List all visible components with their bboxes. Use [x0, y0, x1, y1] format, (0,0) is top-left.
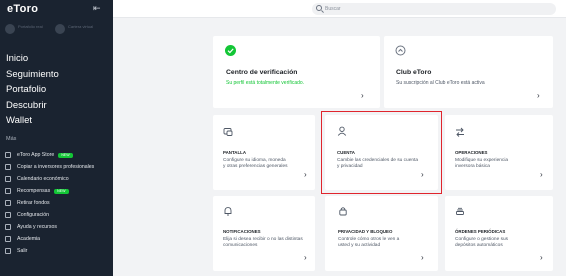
collapse-sidebar-icon[interactable]: ⇤ [93, 3, 101, 14]
display-title: PANTALLA [223, 150, 247, 155]
stack-icon [456, 207, 464, 215]
real-portfolio-toggle[interactable]: Portafolio real [5, 20, 45, 38]
notifications-title: NOTIFICACIONES [223, 229, 261, 234]
chevron-right-icon[interactable]: › [421, 253, 424, 262]
chevron-right-icon[interactable]: › [361, 91, 364, 100]
academy-icon [5, 236, 11, 242]
logout-icon [5, 248, 11, 254]
virtual-portfolio-toggle[interactable]: Cartera virtual [55, 20, 95, 38]
gear-icon [5, 212, 11, 218]
nav-item-label: Academia [17, 236, 41, 242]
nav-item-logout[interactable]: Salir [5, 245, 111, 257]
trading-title: OPERACIONES [455, 150, 488, 155]
lock-icon [339, 207, 347, 216]
recurring-orders-title: ÓRDENES PERIÓDICAS [455, 229, 506, 234]
highlight-box [321, 111, 442, 194]
nav-item-label: Copiar a inversores profesionales [17, 164, 95, 170]
nav-item-label: Configuración [17, 212, 50, 218]
nav-item-portafolio[interactable]: Portafolio [6, 82, 59, 98]
display-icon [223, 128, 233, 136]
portfolio-mode-switch: Portafolio real Cartera virtual [5, 20, 109, 38]
nav-item-settings[interactable]: Configuración [5, 209, 111, 221]
club-status: Su suscripción al Club eToro está activa [396, 80, 485, 86]
nav-item-seguimiento[interactable]: Seguimiento [6, 67, 59, 83]
nav-item-economic-calendar[interactable]: Calendario económico [5, 173, 111, 185]
swap-arrows-icon [456, 127, 464, 137]
search-box[interactable] [312, 3, 556, 15]
virtual-portfolio-icon [55, 24, 65, 34]
nav-item-label: Calendario económico [17, 176, 69, 182]
top-bar [113, 0, 566, 18]
bell-icon [224, 207, 232, 216]
nav-item-label: eToro App Store [17, 152, 55, 158]
nav-item-academy[interactable]: Academia [5, 233, 111, 245]
nav-item-inicio[interactable]: Inicio [6, 51, 59, 67]
nav-item-label: Retirar fondos [17, 200, 50, 206]
nav-item-label: Recompensas [17, 188, 51, 194]
nav-item-help[interactable]: Ayuda y recursos [5, 221, 111, 233]
trading-description: Modifique su experiencia inversora básic… [455, 158, 509, 170]
main-nav: Inicio Seguimiento Portafolio Descubrir … [6, 51, 59, 129]
withdraw-icon [5, 200, 11, 206]
help-icon [5, 224, 11, 230]
nav-item-app-store[interactable]: eToro App Store NEW [5, 149, 111, 161]
chevron-right-icon[interactable]: › [304, 170, 307, 179]
virtual-portfolio-label: Cartera virtual [68, 24, 94, 29]
secondary-nav: eToro App Store NEW Copiar a inversores … [5, 149, 111, 257]
sidebar: eToro ⇤ Portafolio real Cartera virtual … [0, 0, 113, 276]
new-badge: NEW [58, 152, 73, 158]
club-title: Club eToro [396, 69, 432, 76]
nav-item-label: Salir [17, 248, 28, 254]
display-description: Configure su idioma, moneda y otras pref… [223, 158, 288, 170]
etoro-logo[interactable]: eToro [7, 3, 38, 15]
chevron-right-icon[interactable]: › [537, 91, 540, 100]
chevron-right-icon[interactable]: › [540, 170, 543, 179]
privacy-description: Controle cómo otros le ven a usted y su … [338, 237, 400, 249]
club-icon [395, 45, 406, 56]
store-icon [5, 152, 11, 158]
real-portfolio-icon [5, 24, 15, 34]
nav-item-rewards[interactable]: Recompensas NEW [5, 185, 111, 197]
chevron-right-icon[interactable]: › [304, 253, 307, 262]
recurring-orders-description: Configure o gestione sus depósitos autom… [455, 237, 509, 249]
privacy-title: PRIVACIDAD Y BLOQUEO [338, 229, 393, 234]
search-input[interactable] [325, 4, 525, 14]
check-circle-icon [225, 45, 236, 56]
calendar-icon [5, 176, 11, 182]
real-portfolio-label: Portafolio real [18, 24, 43, 29]
nav-item-descubrir[interactable]: Descubrir [6, 98, 59, 114]
copy-icon [5, 164, 11, 170]
new-badge: NEW [54, 188, 69, 194]
chevron-right-icon[interactable]: › [540, 253, 543, 262]
more-section-label: Más [6, 136, 17, 142]
verification-status: Su perfil está totalmente verificado. [226, 80, 305, 86]
notifications-description: Elija si desea recibir o no las distinta… [223, 237, 303, 249]
nav-item-copy-traders[interactable]: Copiar a inversores profesionales [5, 161, 111, 173]
nav-item-withdraw[interactable]: Retirar fondos [5, 197, 111, 209]
verification-title: Centro de verificación [226, 69, 298, 76]
nav-item-label: Ayuda y recursos [17, 224, 57, 230]
search-icon [316, 5, 322, 11]
nav-item-wallet[interactable]: Wallet [6, 113, 59, 129]
gift-icon [5, 188, 11, 194]
